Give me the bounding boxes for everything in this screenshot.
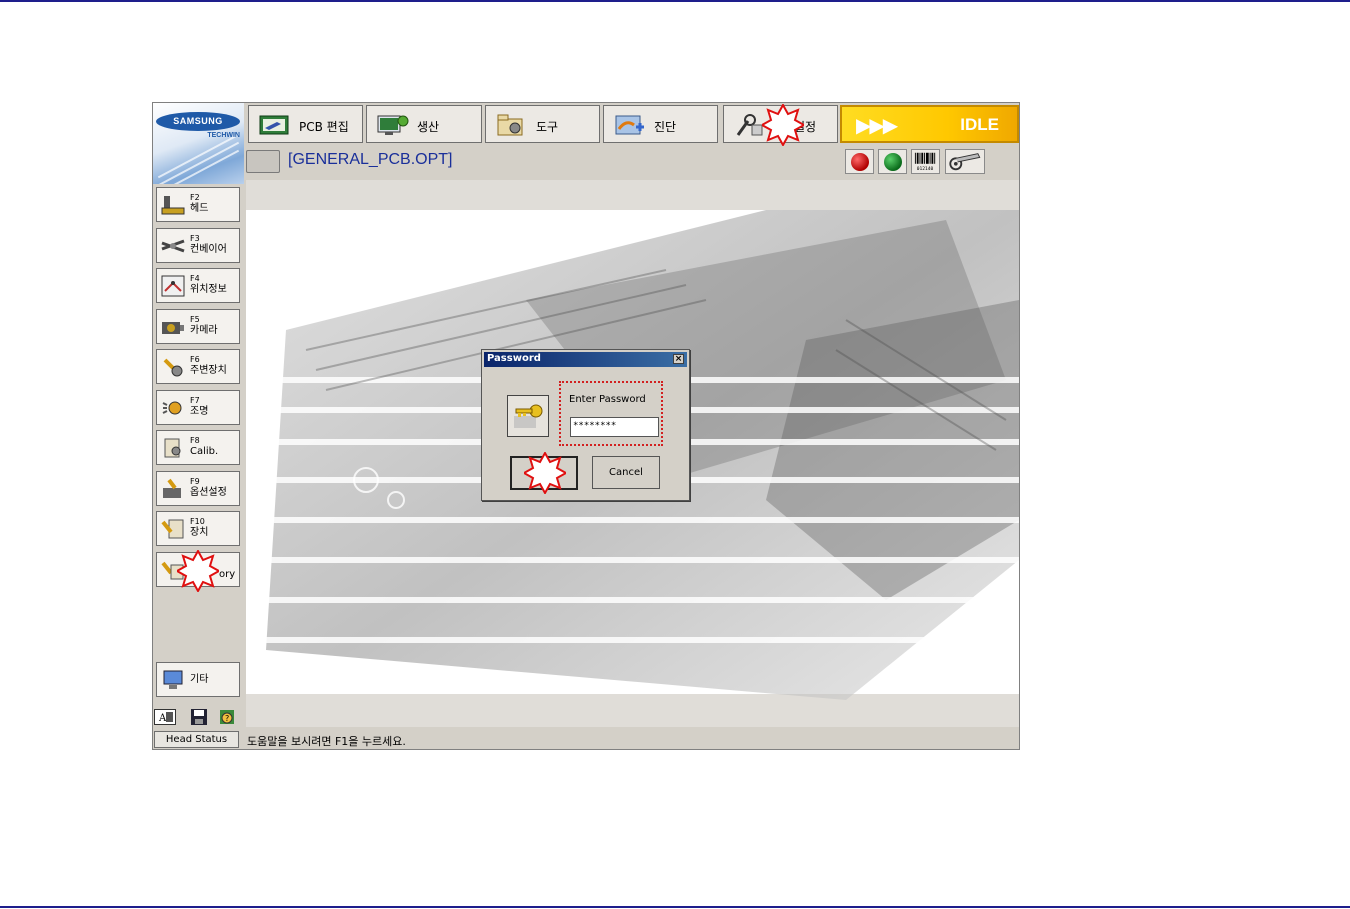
function-label: 헤드 (190, 203, 209, 214)
function-key: F8 (190, 436, 200, 445)
production-icon (377, 115, 409, 135)
tab-pcb-edit[interactable]: PCB 편집 (248, 105, 363, 143)
dialog-title: Password (487, 353, 541, 364)
other-button[interactable]: 기타 (156, 662, 240, 697)
function-label: 위치정보 (190, 284, 227, 295)
head-icon (161, 196, 185, 215)
callout-marker (762, 104, 804, 146)
barcode-button[interactable]: 012140 (911, 149, 940, 174)
conveyor-icon (161, 239, 185, 253)
f6-peripheral-button[interactable]: F6 주변장치 (156, 349, 240, 384)
f10-device-button[interactable]: F10 장치 (156, 511, 240, 546)
tab-settings[interactable]: 설정 (723, 104, 838, 146)
diagnosis-icon (615, 115, 644, 135)
help-icon[interactable]: ? (218, 708, 236, 726)
tab-label: PCB 편집 (299, 120, 349, 134)
logo-subtext: TECHWIN (207, 132, 240, 139)
dialog-titlebar: Password × (484, 352, 687, 367)
tab-label: 도구 (536, 120, 559, 134)
tools-icon (497, 114, 523, 136)
function-label: 장치 (190, 527, 209, 538)
history-button[interactable]: ory (156, 550, 240, 592)
start-button[interactable] (878, 149, 907, 174)
top-rule (0, 0, 1350, 2)
password-dialog: Password × Enter Password ******** Cance… (481, 349, 690, 501)
calibration-icon (164, 438, 181, 458)
red-lamp-icon (851, 153, 869, 171)
f2-head-button[interactable]: F2 헤드 (156, 187, 240, 222)
f8-calibration-button[interactable]: F8 Calib. (156, 430, 240, 465)
function-key: F6 (190, 355, 200, 364)
computer-icon (163, 670, 183, 689)
pcb-edit-icon (259, 115, 289, 135)
status-bar-help: 도움말을 보시려면 F1을 누르세요. (247, 735, 406, 748)
f4-position-button[interactable]: F4 위치정보 (156, 268, 240, 303)
brand-logo: SAMSUNG TECHWIN (153, 103, 244, 184)
function-label: 조명 (190, 406, 209, 417)
ok-button[interactable] (510, 452, 578, 494)
position-icon (161, 275, 185, 297)
green-lamp-icon (884, 153, 902, 171)
function-label: 옵션설정 (190, 487, 227, 498)
function-label: 주변장치 (190, 365, 227, 376)
function-label: 기타 (190, 674, 209, 685)
head-status-button[interactable]: Head Status (154, 731, 239, 748)
tab-label: 진단 (654, 120, 677, 134)
status-arrows: ▶▶▶ (856, 113, 898, 137)
key-button[interactable] (507, 395, 549, 437)
function-key: F2 (190, 193, 200, 202)
feeder-icon (949, 153, 981, 171)
f9-options-button[interactable]: F9 옵션설정 (156, 471, 240, 506)
function-label: 카메라 (190, 325, 218, 336)
lighting-icon (162, 401, 182, 415)
file-open-button[interactable] (246, 150, 280, 173)
key-icon (514, 404, 543, 428)
function-key: F3 (190, 234, 200, 243)
function-key: F10 (190, 517, 205, 526)
tab-label: 생산 (417, 120, 440, 134)
function-key: F9 (190, 477, 200, 486)
tab-tools[interactable]: 도구 (485, 105, 600, 143)
stop-button[interactable] (845, 149, 874, 174)
machine-status-indicator: ▶▶▶ IDLE (840, 105, 1019, 143)
password-label: Enter Password (569, 394, 646, 405)
function-label: Calib. (190, 446, 219, 457)
cancel-button[interactable]: Cancel (592, 456, 660, 489)
function-key: F7 (190, 396, 200, 405)
bottom-rule (0, 906, 1350, 908)
callout-marker (177, 550, 219, 592)
file-bar: [GENERAL_PCB.OPT] 012140 (244, 146, 1019, 178)
logo-text: SAMSUNG (156, 112, 240, 131)
function-label: 컨베이어 (190, 244, 227, 255)
wrench-gear-icon (163, 358, 183, 377)
save-icon[interactable] (190, 708, 208, 726)
options-icon (163, 478, 181, 498)
svg-text:?: ? (225, 714, 229, 723)
file-name: [GENERAL_PCB.OPT] (288, 151, 453, 168)
function-key: F4 (190, 274, 200, 283)
function-key: F5 (190, 315, 200, 324)
callout-marker (524, 452, 566, 494)
f5-camera-button[interactable]: F5 카메라 (156, 309, 240, 344)
camera-icon (162, 322, 184, 334)
tab-diagnosis[interactable]: 진단 (603, 105, 718, 143)
status-text: IDLE (960, 115, 999, 134)
device-icon (161, 519, 184, 539)
svg-text:A: A (158, 713, 167, 724)
language-icon[interactable]: A (154, 709, 176, 725)
feeder-button[interactable] (945, 149, 985, 174)
close-icon[interactable]: × (673, 354, 684, 364)
tab-production[interactable]: 생산 (366, 105, 482, 143)
f3-conveyor-button[interactable]: F3 컨베이어 (156, 228, 240, 263)
barcode-text: 012140 (917, 166, 934, 172)
function-label: ory (219, 569, 236, 580)
f7-lighting-button[interactable]: F7 조명 (156, 390, 240, 425)
barcode-icon: 012140 (914, 152, 936, 172)
password-field[interactable]: ******** (570, 417, 659, 437)
